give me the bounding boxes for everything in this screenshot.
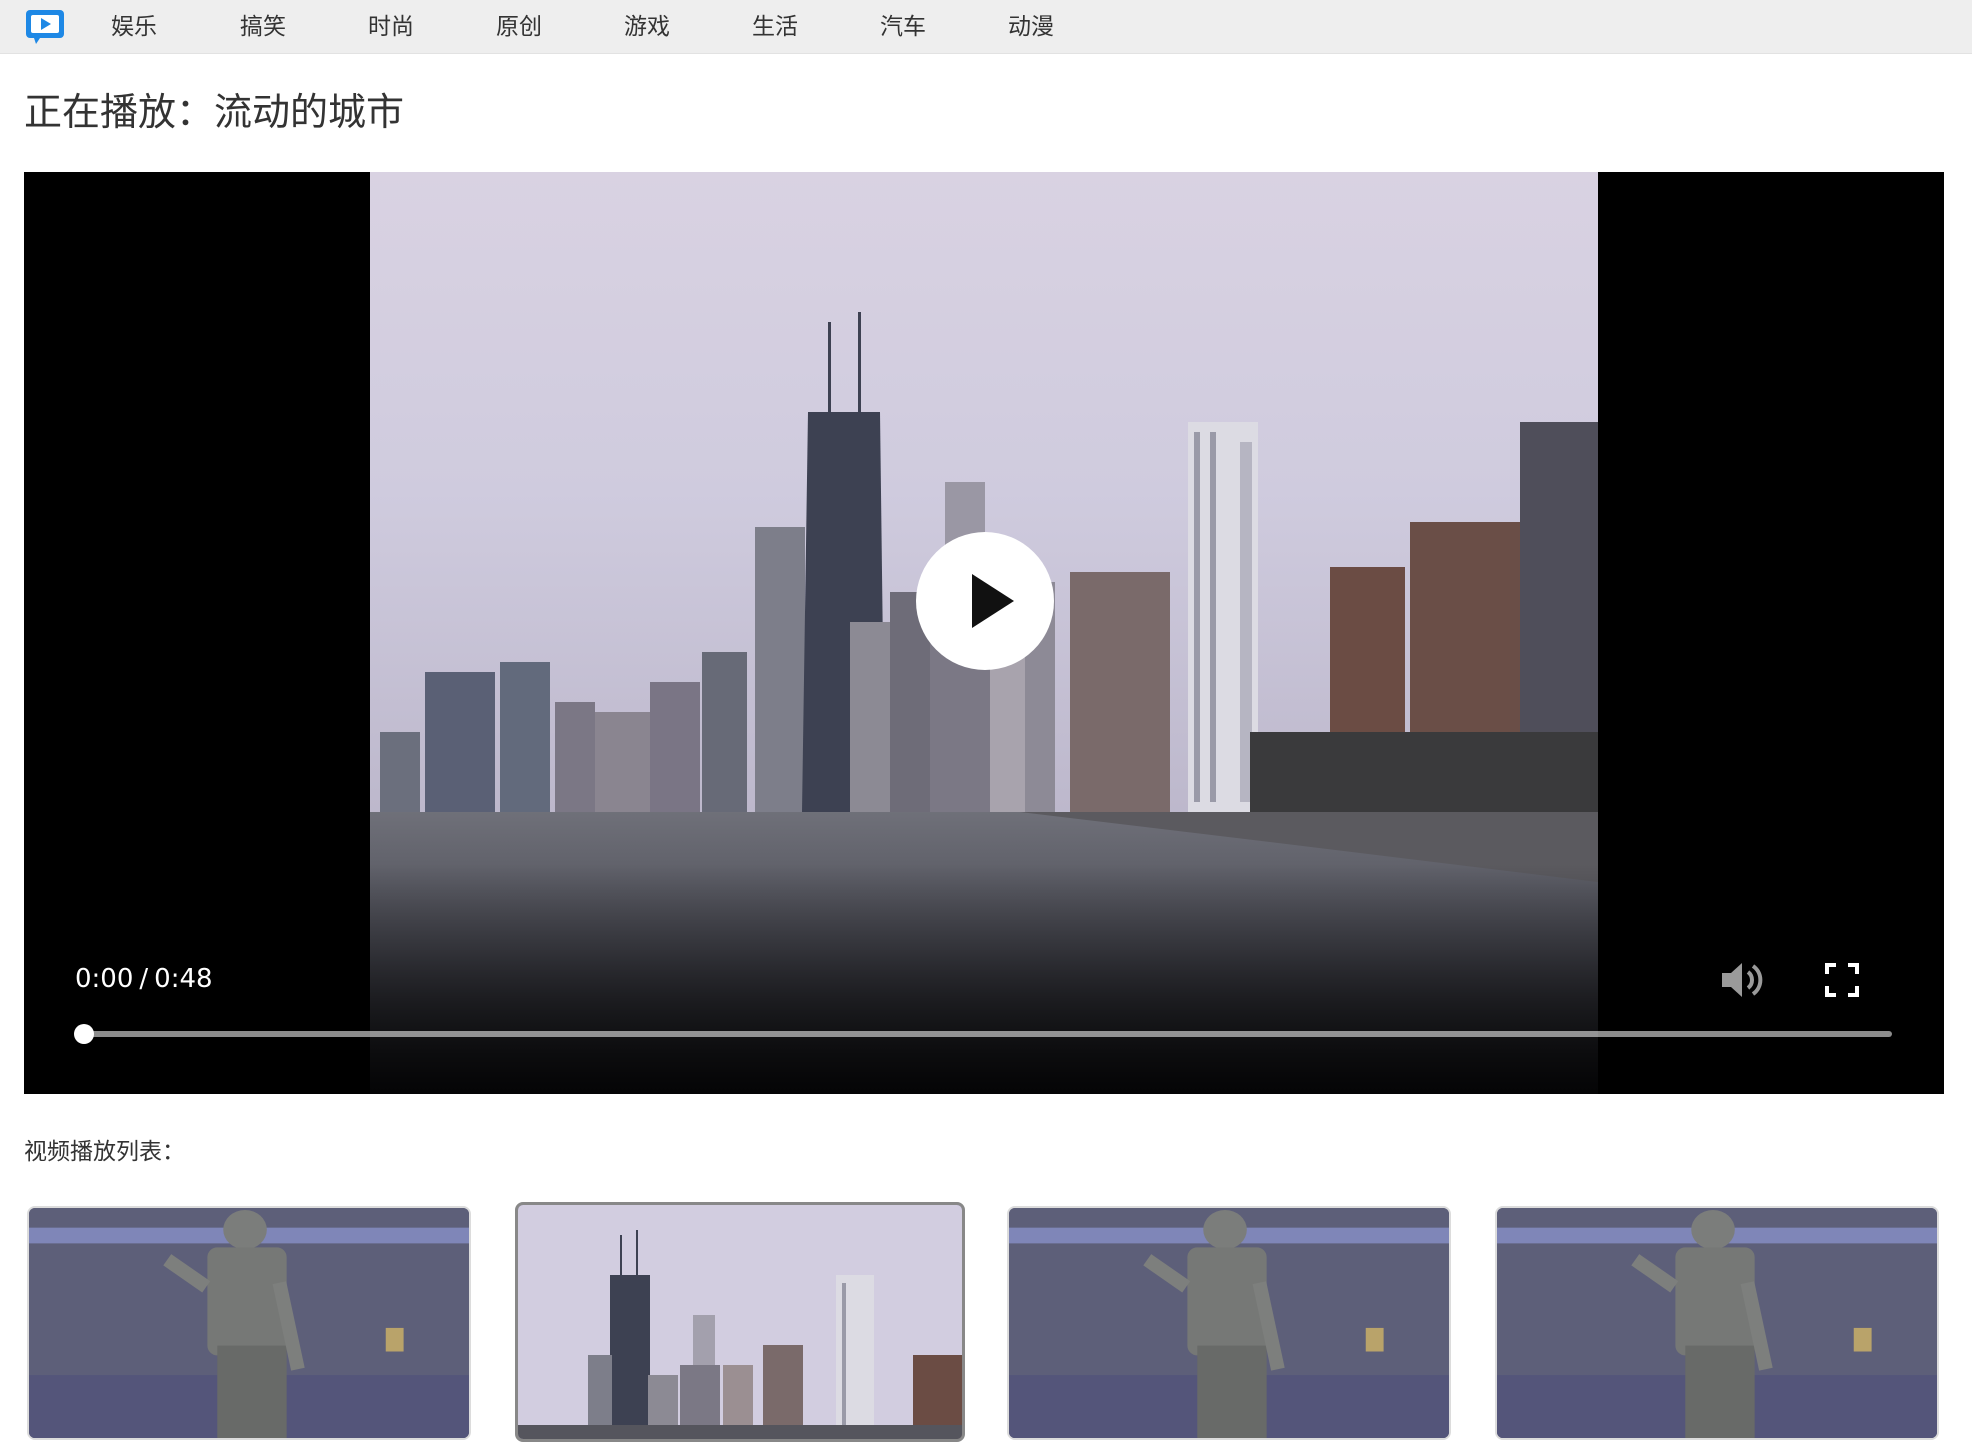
nav-item-cars[interactable]: 汽车 (880, 0, 926, 54)
volume-button[interactable] (1718, 958, 1766, 1002)
time-display: 0:00/0:48 (75, 962, 213, 996)
playlist-item[interactable] (1495, 1206, 1939, 1440)
progress-bar[interactable] (74, 1024, 1892, 1044)
time-separator: / (139, 964, 149, 994)
nav-item-games[interactable]: 游戏 (624, 0, 670, 54)
playlist-item[interactable] (1007, 1206, 1451, 1440)
controls-overlay (24, 864, 1944, 1094)
nav-item-life[interactable]: 生活 (752, 0, 798, 54)
video-player[interactable]: 0:00/0:48 (24, 172, 1944, 1094)
current-time: 0:00 (75, 964, 134, 994)
nav-item-anime[interactable]: 动漫 (1008, 0, 1054, 54)
progress-handle[interactable] (74, 1024, 94, 1044)
dancer-thumbnail (29, 1208, 469, 1438)
playlist-item-active[interactable] (515, 1202, 965, 1442)
playlist-item[interactable] (27, 1206, 471, 1440)
top-navigation-bar: 娱乐 搞笑 时尚 原创 游戏 生活 汽车 动漫 (0, 0, 1972, 54)
fullscreen-button[interactable] (1824, 962, 1860, 998)
video-play-logo-icon[interactable] (24, 8, 66, 46)
page-title: 正在播放：流动的城市 (24, 90, 405, 134)
city-skyline-thumbnail (518, 1205, 962, 1439)
play-icon (972, 574, 1014, 628)
playlist-label: 视频播放列表： (24, 1139, 185, 1165)
nav-item-funny[interactable]: 搞笑 (240, 0, 286, 54)
nav-item-original[interactable]: 原创 (496, 0, 542, 54)
nav-item-entertainment[interactable]: 娱乐 (111, 0, 157, 54)
nav-item-fashion[interactable]: 时尚 (368, 0, 414, 54)
play-button[interactable] (916, 532, 1054, 670)
volume-icon (1722, 963, 1763, 997)
dancer-thumbnail (1497, 1208, 1937, 1438)
dancer-thumbnail (1009, 1208, 1449, 1438)
fullscreen-icon (1825, 963, 1859, 997)
duration: 0:48 (154, 964, 213, 994)
